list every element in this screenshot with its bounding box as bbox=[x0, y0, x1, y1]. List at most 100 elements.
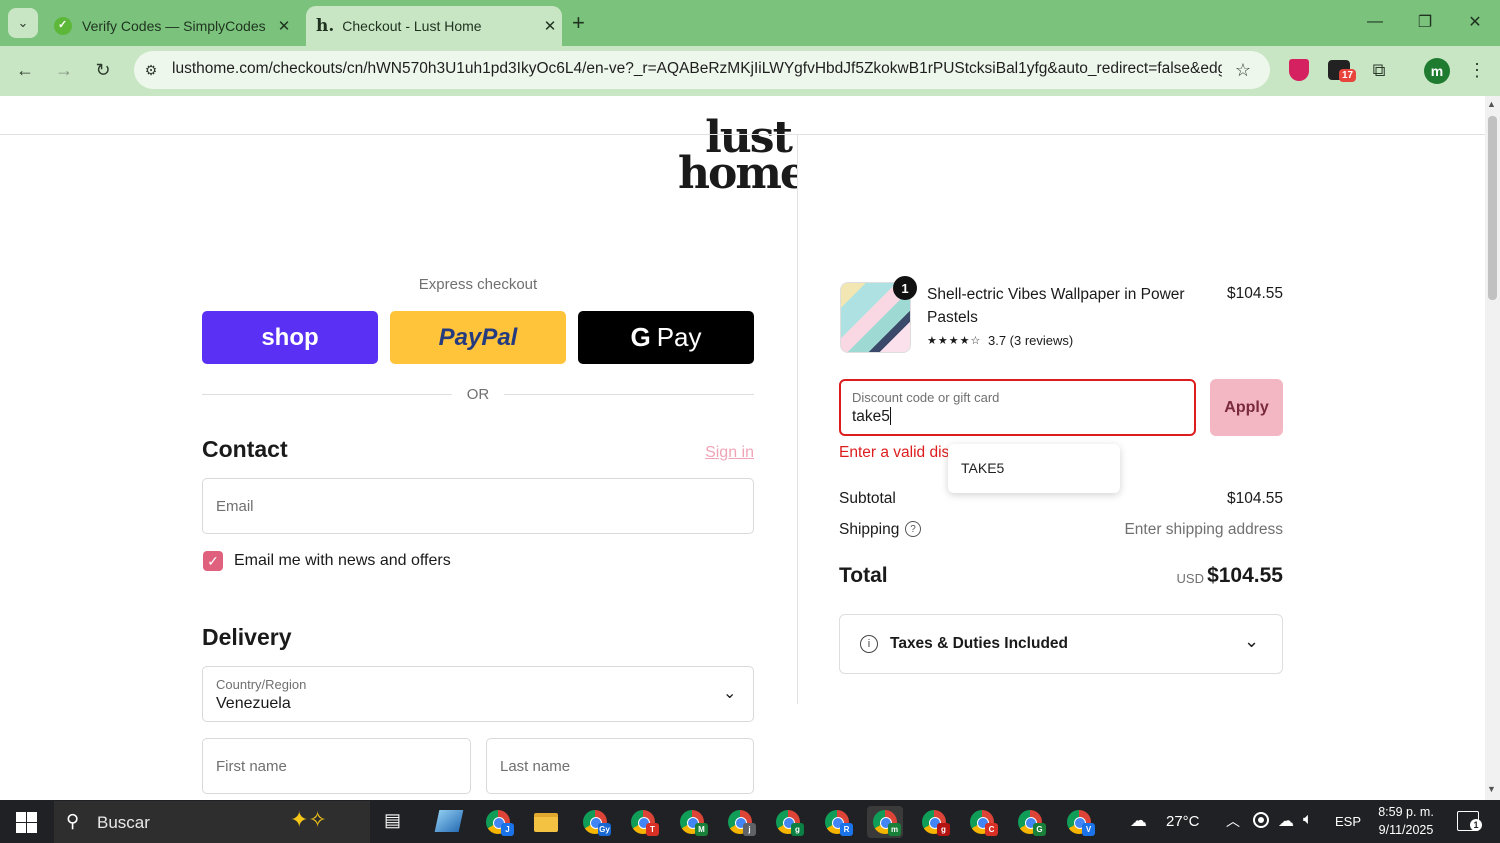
restore-icon[interactable]: ❐ bbox=[1400, 0, 1450, 44]
search-placeholder: Buscar bbox=[97, 813, 150, 832]
weather-icon[interactable]: ☁ bbox=[1130, 811, 1147, 831]
paypal-label: PayPal bbox=[438, 323, 518, 351]
volume-icon[interactable]: 🔈︎ bbox=[1303, 811, 1313, 829]
chrome-profile-app-icon[interactable]: G bbox=[1012, 806, 1048, 838]
language-indicator[interactable]: ESP bbox=[1335, 814, 1361, 829]
taxes-accordion[interactable]: i Taxes & Duties Included ⌄ bbox=[839, 614, 1283, 674]
notepad-app-icon[interactable] bbox=[434, 810, 464, 832]
chrome-profile-app-icon[interactable]: R bbox=[819, 806, 855, 838]
menu-kebab-icon[interactable]: ⋮ bbox=[1462, 55, 1492, 85]
lusthome-favicon-icon: h. bbox=[316, 16, 335, 36]
ublock-extension-icon[interactable] bbox=[1289, 59, 1309, 81]
rating-stars: ★★★★☆ bbox=[927, 335, 982, 347]
country-select[interactable]: Country/Region Venezuela ⌄ bbox=[202, 666, 754, 722]
help-icon[interactable]: ? bbox=[905, 521, 921, 537]
temperature[interactable]: 27°C bbox=[1166, 813, 1200, 830]
copilot-sparkle-icon: ✦✧ bbox=[290, 807, 327, 832]
new-tab-button[interactable]: + bbox=[572, 10, 585, 36]
google-g-icon: G bbox=[630, 322, 651, 352]
delivery-heading: Delivery bbox=[202, 624, 292, 650]
profile-badge: V bbox=[1082, 823, 1095, 836]
country-value: Venezuela bbox=[216, 695, 291, 712]
scrollbar-thumb[interactable] bbox=[1488, 116, 1497, 300]
tab-search-button[interactable]: ⌄ bbox=[8, 8, 38, 38]
or-divider-left bbox=[202, 394, 452, 395]
product-name: Shell-ectric Vibes Wallpaper in Power Pa… bbox=[927, 286, 1185, 326]
extension-icon[interactable]: 17 bbox=[1328, 58, 1357, 84]
discount-error: Enter a valid disc bbox=[839, 444, 958, 461]
email-field[interactable]: Email bbox=[202, 478, 754, 534]
apply-button[interactable]: Apply bbox=[1210, 379, 1283, 436]
chrome-profile-app-icon[interactable]: J bbox=[480, 806, 516, 838]
record-icon[interactable] bbox=[1253, 812, 1269, 828]
rating-text[interactable]: 3.7 (3 reviews) bbox=[988, 333, 1073, 348]
extensions-puzzle-icon[interactable]: ⧉ bbox=[1364, 55, 1394, 85]
close-tab-icon[interactable]: ✕ bbox=[272, 17, 296, 35]
chrome-profile-app-icon[interactable]: C bbox=[964, 806, 1000, 838]
profile-badge: m bbox=[888, 823, 901, 836]
discount-code-field[interactable]: Discount code or gift card take5 bbox=[839, 379, 1196, 436]
tray-chevron-up-icon[interactable]: ︿ bbox=[1226, 811, 1240, 831]
quantity-badge: 1 bbox=[893, 276, 917, 300]
chrome-profile-app-icon[interactable]: m bbox=[867, 806, 903, 838]
total-label: Total bbox=[839, 564, 888, 587]
paypal-button[interactable]: PayPal bbox=[390, 311, 566, 364]
task-view-icon[interactable]: ▤ bbox=[384, 810, 401, 831]
minimize-icon[interactable]: — bbox=[1350, 0, 1400, 44]
profile-avatar[interactable]: m bbox=[1424, 58, 1450, 84]
site-info-icon[interactable]: ⚙ bbox=[136, 55, 166, 85]
file-explorer-icon[interactable] bbox=[528, 806, 564, 838]
chrome-profile-app-icon[interactable]: g bbox=[916, 806, 952, 838]
newsletter-checkbox[interactable]: ✓ bbox=[203, 551, 223, 571]
notifications-icon[interactable]: 1 bbox=[1457, 811, 1482, 831]
subtotal-label: Subtotal bbox=[839, 490, 896, 507]
last-name-field[interactable]: Last name bbox=[486, 738, 754, 794]
tab-title: Verify Codes — SimplyCodes bbox=[82, 18, 266, 34]
chrome-profile-app-icon[interactable]: T bbox=[625, 806, 661, 838]
currency-code: USD bbox=[1176, 571, 1204, 586]
url-text[interactable]: lusthome.com/checkouts/cn/hWN570h3U1uh1p… bbox=[172, 60, 1222, 78]
onedrive-icon[interactable]: ☁ bbox=[1278, 811, 1294, 831]
autocomplete-suggestion[interactable]: TAKE5 bbox=[961, 460, 1004, 476]
close-window-icon[interactable]: ✕ bbox=[1450, 0, 1500, 44]
shop-pay-label: shop bbox=[261, 323, 319, 351]
profile-badge: T bbox=[646, 823, 659, 836]
close-tab-icon[interactable]: ✕ bbox=[538, 17, 562, 35]
profile-badge: M bbox=[695, 823, 708, 836]
clock[interactable]: 8:59 p. m. 9/11/2025 bbox=[1368, 803, 1444, 839]
reload-icon[interactable]: ↻ bbox=[88, 55, 118, 85]
tab-verify-codes[interactable]: ✓ Verify Codes — SimplyCodes ✕ bbox=[44, 6, 296, 46]
product-price: $104.55 bbox=[1226, 285, 1283, 302]
clock-time: 8:59 p. m. bbox=[1378, 805, 1434, 819]
first-name-field[interactable]: First name bbox=[202, 738, 471, 794]
windows-start-icon[interactable] bbox=[16, 812, 37, 833]
country-label: Country/Region bbox=[216, 677, 307, 692]
forward-icon[interactable]: → bbox=[49, 55, 79, 85]
sign-in-link[interactable]: Sign in bbox=[690, 444, 754, 462]
folder-icon bbox=[534, 812, 558, 832]
autocomplete-dropdown: TAKE5 bbox=[948, 444, 1120, 493]
taskbar-search-box[interactable]: ⚲ Buscar ✦✧ bbox=[54, 801, 370, 843]
google-pay-button[interactable]: G Pay bbox=[578, 311, 754, 364]
chrome-profile-app-icon[interactable]: M bbox=[674, 806, 710, 838]
notification-count: 1 bbox=[1470, 819, 1482, 831]
scroll-up-icon[interactable]: ▲ bbox=[1487, 99, 1496, 109]
discount-value: take5 bbox=[852, 408, 890, 425]
chevron-down-icon: ⌄ bbox=[1244, 631, 1260, 651]
newsletter-label: Email me with news and offers bbox=[234, 552, 451, 569]
chrome-profile-app-icon[interactable]: Gy bbox=[577, 806, 613, 838]
discount-label: Discount code or gift card bbox=[852, 390, 1000, 405]
back-icon[interactable]: ← bbox=[10, 55, 40, 85]
scroll-down-icon[interactable]: ▼ bbox=[1487, 784, 1496, 794]
clock-date: 9/11/2025 bbox=[1378, 823, 1434, 837]
shop-pay-button[interactable]: shop bbox=[202, 311, 378, 364]
shipping-value: Enter shipping address bbox=[1124, 521, 1283, 538]
simplycodes-favicon-icon: ✓ bbox=[54, 17, 72, 35]
tab-checkout[interactable]: h. Checkout - Lust Home ✕ bbox=[306, 6, 562, 46]
chrome-profile-app-icon[interactable]: g bbox=[770, 806, 806, 838]
apply-label: Apply bbox=[1224, 398, 1269, 416]
chrome-profile-app-icon[interactable]: V bbox=[1061, 806, 1097, 838]
tab-title: Checkout - Lust Home bbox=[342, 18, 482, 34]
bookmark-star-icon[interactable]: ☆ bbox=[1228, 55, 1258, 85]
chrome-profile-app-icon[interactable]: j bbox=[722, 806, 758, 838]
